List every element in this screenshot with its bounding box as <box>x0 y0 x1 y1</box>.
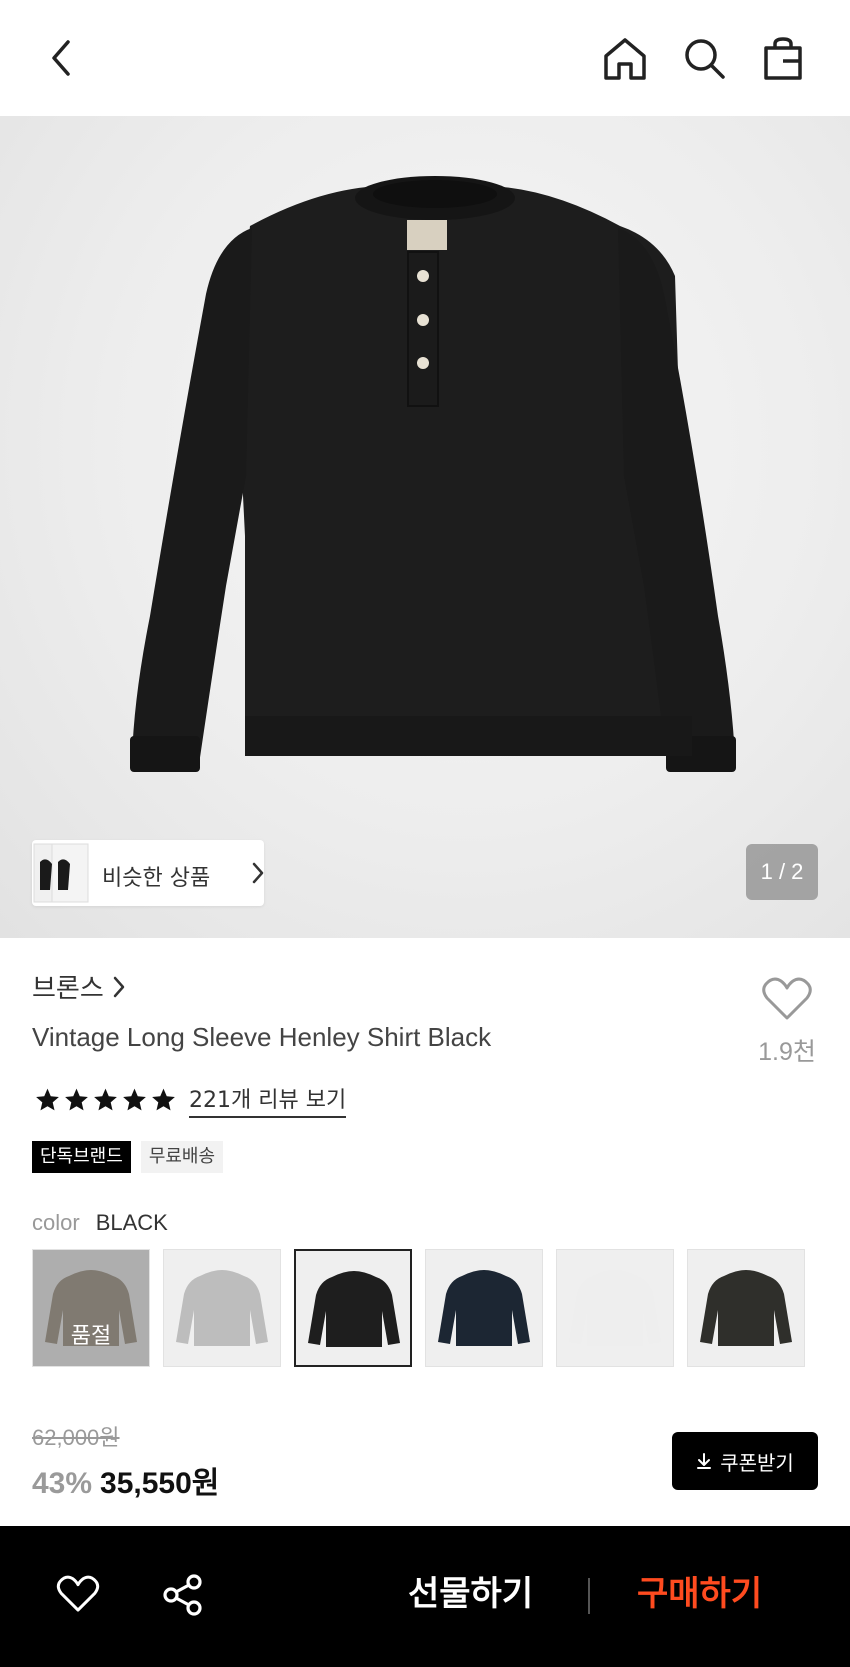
color-swatch[interactable] <box>425 1249 543 1367</box>
shopping-bag-icon[interactable] <box>758 34 808 84</box>
color-selection-label: color BLACK <box>32 1210 168 1236</box>
product-title: Vintage Long Sleeve Henley Shirt Black <box>32 1022 492 1052</box>
swatch-shirt-image <box>308 1271 400 1347</box>
heart-icon[interactable] <box>56 1574 100 1614</box>
review-link[interactable]: 221개 리뷰 보기 <box>189 1082 347 1118</box>
coupon-label: 쿠폰받기 <box>720 1450 794 1475</box>
swatch-shirt-image <box>176 1270 268 1346</box>
share-icon[interactable] <box>162 1574 204 1616</box>
star-icon <box>123 1088 146 1111</box>
star-icon <box>152 1088 175 1111</box>
chevron-right-icon <box>113 976 125 997</box>
color-swatch-list: 품절 <box>32 1249 805 1367</box>
bottom-action-bar: 선물하기 구매하기 <box>0 1526 850 1667</box>
color-swatch[interactable] <box>294 1249 412 1367</box>
color-swatch[interactable] <box>687 1249 805 1367</box>
brand-link[interactable]: 브론스 <box>32 968 126 1005</box>
search-icon[interactable] <box>680 34 730 84</box>
top-navigation-bar <box>0 0 850 116</box>
original-price: 62,000원 <box>32 1425 120 1450</box>
rating-stars <box>34 1087 177 1113</box>
similar-products-button[interactable]: 비슷한 상품 <box>32 840 264 906</box>
rating-row: 221개 리뷰 보기 <box>34 1082 347 1118</box>
heart-icon <box>762 977 812 1020</box>
star-icon <box>65 1088 88 1111</box>
similar-thumbnails <box>33 843 89 903</box>
image-page-indicator: 1 / 2 <box>746 844 818 900</box>
home-icon[interactable] <box>600 34 650 84</box>
exclusive-brand-badge: 단독브랜드 <box>32 1141 131 1173</box>
swatch-shirt-image <box>438 1270 530 1346</box>
discount-rate: 43% <box>32 1467 93 1500</box>
coupon-button[interactable]: 쿠폰받기 <box>672 1432 818 1490</box>
price-row: 43% 35,550원 <box>32 1458 219 1502</box>
swatch-shirt-image <box>569 1270 661 1346</box>
download-icon <box>697 1453 712 1469</box>
like-button[interactable]: 1.9천 <box>752 976 822 1068</box>
brand-name: 브론스 <box>32 974 104 1004</box>
star-icon <box>36 1088 59 1111</box>
buy-button[interactable]: 구매하기 <box>637 1566 762 1615</box>
chevron-right-icon <box>252 862 264 884</box>
free-shipping-badge: 무료배송 <box>140 1141 224 1173</box>
final-price: 35,550원 <box>100 1467 220 1500</box>
star-icon <box>94 1088 117 1111</box>
chevron-left-icon[interactable] <box>40 36 84 80</box>
sold-out-label: 품절 <box>70 1324 112 1349</box>
similar-products-label: 비슷한 상품 <box>102 866 211 891</box>
swatch-shirt-image <box>700 1270 792 1346</box>
like-count: 1.9천 <box>758 1038 816 1066</box>
color-swatch[interactable] <box>556 1249 674 1367</box>
product-photo <box>130 176 736 772</box>
color-swatch[interactable]: 품절 <box>32 1249 150 1367</box>
color-swatch[interactable] <box>163 1249 281 1367</box>
badge-list: 단독브랜드 무료배송 <box>32 1141 224 1173</box>
gift-button[interactable]: 선물하기 <box>408 1566 533 1615</box>
product-image-gallery[interactable]: 비슷한 상품 1 / 2 <box>0 116 850 938</box>
color-value: BLACK <box>95 1210 168 1235</box>
color-label: color <box>32 1210 80 1235</box>
divider <box>588 1578 590 1614</box>
